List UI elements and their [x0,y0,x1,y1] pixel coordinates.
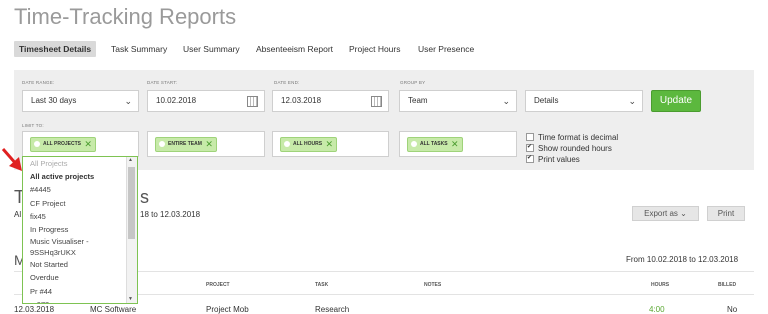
limit-to-label: LIMIT TO: [22,123,44,128]
scroll-down-icon[interactable]: ▼ [128,296,133,302]
list-item[interactable]: #4445 [23,183,137,196]
cell-date: 12.03.2018 [14,305,55,314]
tag-dot-icon [159,141,165,147]
chevron-down-icon: ⌄ [124,96,132,106]
close-icon[interactable]: ✕ [326,138,334,151]
tab-timesheet-details[interactable]: Timesheet Details [14,41,97,57]
option-label: Show rounded hours [538,144,612,153]
update-button[interactable]: Update [651,90,701,112]
tag-dot-icon [34,141,40,147]
show-rounded-hours-option[interactable]: Show rounded hours [526,142,612,154]
date-range-select[interactable]: Last 30 days ⌄ [22,90,139,112]
time-format-decimal-option[interactable]: Time format is decimal [526,132,619,143]
cell-user: MC Software [90,305,137,314]
dropdown-placeholder: All Projects [30,159,68,168]
entire-team-tag[interactable]: ENTIRE TEAM ✕ [155,137,217,152]
list-item[interactable]: In Progress [23,223,137,236]
tag-label: ALL PROJECTS [43,141,81,147]
report-subtitle-start: Al [14,210,22,219]
tab-absenteeism-report[interactable]: Absenteeism Report [256,41,333,57]
cell-hours: 4:00 [649,305,665,314]
hours-limit-box[interactable]: ALL HOURS ✕ [272,131,389,157]
option-label: Time format is decimal [538,133,619,142]
tag-dot-icon [284,141,290,147]
col-header-billed[interactable]: BILLED [718,282,736,288]
print-button[interactable]: Print [707,206,745,221]
group-by-select[interactable]: Team ⌄ [399,90,517,112]
checkbox[interactable] [526,142,534,152]
page-title: Time-Tracking Reports [14,4,237,29]
date-range-label: DATE RANGE: [22,80,55,85]
col-header-hours[interactable]: HOURS [651,282,669,288]
list-item[interactable]: Music Visualiser - [23,236,137,246]
report-date-range: 18 to 12.03.2018 [140,210,201,219]
scrollbar-thumb[interactable] [128,167,135,239]
cell-billed: No [727,305,738,314]
col-header-task[interactable]: TASK [315,282,328,288]
close-icon[interactable]: ✕ [451,138,459,151]
dropdown-scrollbar[interactable]: ▲ ▼ [126,157,137,303]
list-item[interactable]: Overdue [23,271,137,284]
close-icon[interactable]: ✕ [84,138,92,151]
tag-label: ALL HOURS [293,141,323,147]
calendar-icon[interactable] [247,96,258,107]
col-header-notes[interactable]: NOTES [424,282,441,288]
checkbox[interactable] [526,153,534,163]
detail-level-value: Details [534,96,559,105]
red-arrow-icon [1,148,22,171]
date-end-input[interactable]: 12.03.2018 [272,90,389,112]
group-by-value: Team [408,96,428,105]
tasks-limit-box[interactable]: ALL TASKS ✕ [399,131,517,157]
option-label: Print values [538,155,580,164]
date-end-value: 12.03.2018 [281,96,322,105]
detail-level-select[interactable]: Details ⌄ [525,90,643,112]
tab-user-summary[interactable]: User Summary [183,41,240,57]
calendar-icon[interactable] [371,96,382,107]
list-item-continued[interactable]: 9SSHq3rUKX [23,245,137,258]
export-as-button[interactable]: Export as ⌄ [632,206,699,221]
list-item[interactable]: Not Started [23,258,137,271]
all-projects-tag[interactable]: ALL PROJECTS ✕ [30,137,96,152]
all-tasks-tag[interactable]: ALL TASKS ✕ [407,137,463,152]
list-item[interactable]: pr678 [23,298,137,303]
chevron-down-icon: ⌄ [502,96,510,106]
scroll-up-icon[interactable]: ▲ [128,157,133,163]
date-start-value: 10.02.2018 [156,96,197,105]
tag-dot-icon [411,141,417,147]
list-item[interactable]: Pr #44 [23,285,137,298]
date-start-input[interactable]: 10.02.2018 [147,90,265,112]
list-item[interactable]: fix45 [23,210,137,223]
project-dropdown-list[interactable]: All Projects All active projects #4445 C… [22,156,138,304]
tab-project-hours[interactable]: Project Hours [349,41,401,57]
date-start-label: DATE START: [147,80,178,85]
report-heading-end: s [140,187,149,207]
cell-task: Research [315,305,350,314]
export-label: Export as [644,209,678,218]
chevron-down-icon: ⌄ [680,209,687,218]
tag-label: ENTIRE TEAM [168,141,202,147]
list-item[interactable]: CF Project [23,197,137,210]
tag-label: ALL TASKS [420,141,448,147]
group-by-label: GROUP BY [400,80,426,85]
team-limit-box[interactable]: ENTIRE TEAM ✕ [147,131,265,157]
tab-task-summary[interactable]: Task Summary [111,41,167,57]
print-values-option[interactable]: Print values [526,153,580,165]
all-hours-tag[interactable]: ALL HOURS ✕ [280,137,338,152]
report-range-right: From 10.02.2018 to 12.03.2018 [626,255,739,264]
date-range-value: Last 30 days [31,96,77,105]
project-limit-box[interactable]: ALL PROJECTS ✕ [22,131,139,157]
cell-project: Project Mob [206,305,249,314]
date-end-label: DATE END: [274,80,300,85]
chevron-down-icon: ⌄ [628,96,636,106]
checkbox[interactable] [526,132,534,141]
list-item[interactable]: All active projects [23,170,137,183]
col-header-project[interactable]: PROJECT [206,282,230,288]
tab-user-presence[interactable]: User Presence [418,41,474,57]
close-icon[interactable]: ✕ [205,138,213,151]
